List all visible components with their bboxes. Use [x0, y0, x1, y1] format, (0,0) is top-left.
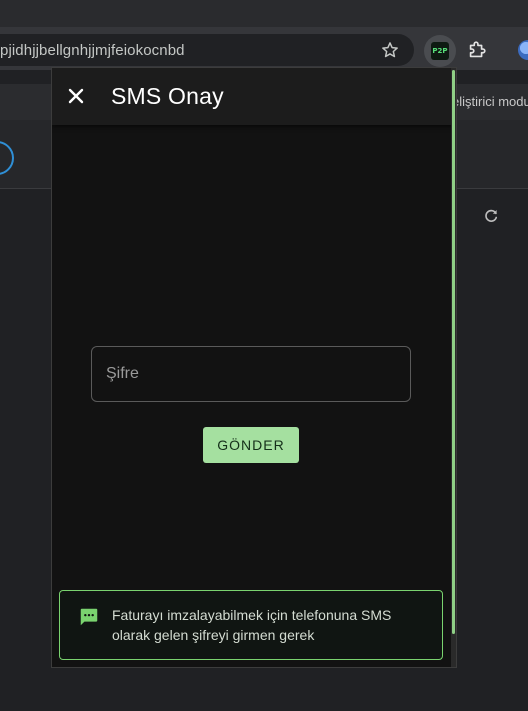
sms-confirm-popup: SMS Onay GÖNDER Faturayı imzalayabilmek … — [51, 67, 457, 668]
popup-title: SMS Onay — [111, 83, 224, 109]
popup-scrollbar-thumb[interactable] — [452, 70, 455, 634]
puzzle-icon[interactable] — [466, 39, 488, 61]
password-input[interactable] — [92, 347, 410, 401]
popup-scrollbar[interactable] — [451, 68, 456, 667]
address-bar[interactable]: pjidhjjbellgnhjjmjfeiokocnbd — [0, 34, 414, 66]
popup-app-bar: SMS Onay — [52, 68, 456, 125]
close-icon[interactable] — [64, 84, 88, 108]
send-button[interactable]: GÖNDER — [203, 427, 299, 463]
p2p-extension-badge: P2P — [431, 42, 449, 60]
star-icon[interactable] — [380, 40, 400, 60]
address-text: pjidhjjbellgnhjjmjfeiokocnbd — [0, 42, 185, 59]
message-icon — [80, 608, 98, 626]
info-alert: Faturayı imzalayabilmek için telefonuna … — [59, 590, 443, 660]
reload-icon[interactable] — [482, 207, 500, 225]
page-banner-text: eliştirici modu — [452, 94, 528, 109]
p2p-extension-button[interactable]: P2P — [424, 35, 456, 67]
tab-strip — [0, 0, 528, 27]
password-field[interactable] — [91, 346, 411, 402]
info-alert-text: Faturayı imzalayabilmek için telefonuna … — [112, 607, 392, 643]
